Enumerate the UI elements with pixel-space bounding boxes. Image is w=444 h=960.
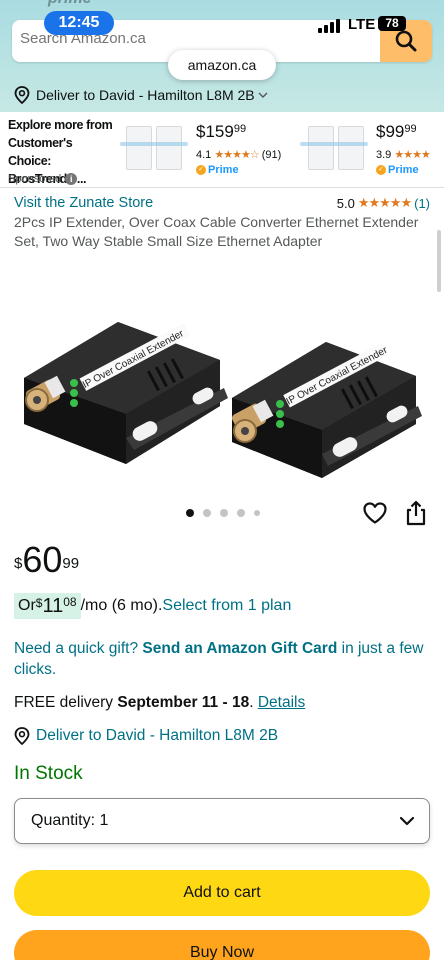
sponsored-item[interactable]: $15999 4.1 ★★★★☆ (91) ✓ Prime (120, 120, 300, 186)
image-carousel-dots[interactable] (186, 509, 260, 517)
status-time: 12:45 (44, 11, 114, 35)
buy-now-button[interactable]: Buy Now (14, 930, 430, 960)
gift-card-link[interactable]: Send an Amazon Gift Card (142, 640, 337, 657)
check-icon: ✓ (376, 165, 386, 175)
info-icon[interactable]: i (65, 173, 78, 185)
quantity-select[interactable]: Quantity: 1 (14, 798, 430, 844)
star-rating-icon: ★★★★★ (357, 195, 412, 210)
search-icon (395, 30, 417, 52)
carousel-dot[interactable] (220, 509, 228, 517)
battery-indicator: 78 (378, 16, 406, 31)
sponsored-price: $15999 (196, 122, 247, 141)
delivery-details-link[interactable]: Details (258, 694, 305, 711)
router-product-image (300, 120, 368, 176)
network-label: LTE (348, 16, 376, 33)
sponsored-carousel[interactable]: Explore more from Customer's Choice: Bro… (0, 112, 444, 292)
stock-status: In Stock (14, 763, 83, 784)
scrollbar[interactable] (437, 230, 441, 292)
carousel-dot[interactable] (254, 510, 260, 516)
select-plan-link[interactable]: Select from 1 plan (162, 597, 291, 615)
product-price: $6099 (14, 539, 80, 580)
location-pin-icon (14, 85, 30, 104)
product-image[interactable]: IP Over Coaxial Extender IP Over Coaxial… (14, 258, 430, 496)
gift-card-promo: Need a quick gift? Send an Amazon Gift C… (14, 640, 424, 678)
chevron-down-icon (399, 816, 415, 826)
product-title: 2Pcs IP Extender, Over Coax Cable Conver… (14, 214, 419, 249)
deliver-location-link[interactable]: Deliver to David - Hamilton L8M 2B (14, 727, 278, 745)
sponsored-item[interactable]: $9999 3.9 ★★★★ ✓ Prime (300, 120, 444, 186)
carousel-dot[interactable] (237, 509, 245, 517)
amazon-logo[interactable]: prime (48, 0, 92, 8)
signal-icon (318, 19, 340, 33)
carousel-dot[interactable] (203, 509, 211, 517)
location-pin-icon (14, 727, 30, 745)
prime-badge: ✓ Prime (376, 164, 419, 176)
sponsored-rating: 4.1 ★★★★☆ (91) (196, 149, 282, 161)
extender-device-right: IP Over Coaxial Extender (232, 342, 422, 478)
add-to-cart-button[interactable]: Add to cart (14, 870, 430, 916)
check-icon: ✓ (196, 165, 206, 175)
product-rating[interactable]: 5.0 ★★★★★ (1) (337, 195, 430, 211)
carousel-dot[interactable] (186, 509, 194, 517)
chevron-down-icon (258, 92, 268, 98)
sponsored-rating: 3.9 ★★★★ (376, 149, 431, 161)
store-link[interactable]: Visit the Zunate Store (14, 195, 153, 211)
deliver-location-text: Deliver to David - Hamilton L8M 2B (36, 86, 255, 103)
app-header: prime 12:45 LTE 78 amazon.ca Deliver to … (0, 0, 444, 112)
delivery-info: FREE delivery September 11 - 18. Details (14, 694, 306, 711)
extender-device-left: IP Over Coaxial Extender (24, 322, 228, 464)
monthly-price-highlight: Or $ 11 08 (14, 593, 81, 619)
sponsored-label[interactable]: Sponsored i (8, 173, 78, 185)
prime-badge: ✓ Prime (196, 164, 239, 176)
deliver-location-bar[interactable]: Deliver to David - Hamilton L8M 2B (0, 77, 444, 112)
star-rating-icon: ★★★★ (394, 149, 430, 161)
star-rating-icon: ★★★★☆ (214, 149, 259, 161)
heart-icon[interactable] (362, 501, 388, 525)
share-icon[interactable] (404, 500, 428, 526)
monthly-payment: Or $ 11 08 /mo (6 mo). Select from 1 pla… (14, 592, 291, 620)
review-count-link[interactable]: (1) (414, 196, 430, 211)
router-product-image (120, 120, 188, 176)
url-bar[interactable]: amazon.ca (168, 50, 276, 80)
sponsored-price: $9999 (376, 122, 417, 141)
